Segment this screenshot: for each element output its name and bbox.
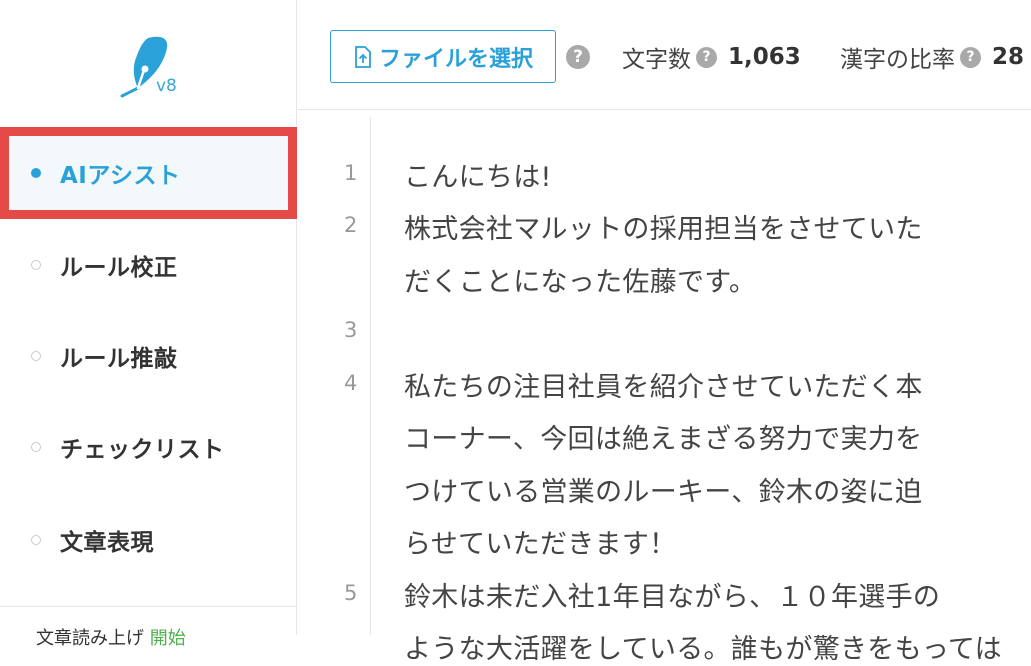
toolbar: ファイルを選択 ? 文字数 ? 1,063 漢字の比率 ? 28 (298, 0, 1031, 110)
file-upload-icon (355, 45, 371, 68)
editor-line: だくことになった佐藤です。 (404, 267, 757, 298)
editor-line: 私たちの注目社員を紹介させていただく本 (404, 372, 923, 403)
line-number: 2 (344, 213, 358, 237)
select-file-label: ファイルを選択 (378, 46, 533, 72)
sidebar-item-label: AIアシスト (60, 163, 181, 189)
char-count-label: 文字数 (622, 47, 691, 73)
kanji-ratio-label: 漢字の比率 (840, 47, 955, 73)
version-label: v8 (156, 76, 177, 96)
editor-line: ような大活躍をしている。誰もが驚きをもっては (404, 634, 1002, 665)
bullet-icon (31, 260, 41, 270)
select-file-button[interactable]: ファイルを選択 (330, 30, 556, 83)
editor-line: コーナー、今回は絶えまざる努力で実力を (404, 424, 923, 455)
sidebar-item-expression[interactable]: 文章表現 (0, 494, 297, 586)
editor-line: こんにちは! (404, 162, 552, 193)
bullet-icon (31, 535, 41, 545)
char-count-value: 1,063 (728, 44, 801, 70)
bullet-icon (31, 168, 41, 178)
sidebar-item-rule-polish[interactable]: ルール推敲 (0, 310, 297, 402)
sidebar-item-label: ルール校正 (60, 255, 178, 281)
sidebar-divider (0, 606, 296, 607)
read-aloud-label: 文章読み上げ (36, 628, 144, 649)
sidebar-item-rule-proofread[interactable]: ルール校正 (0, 219, 297, 311)
read-aloud-start-link[interactable]: 開始 (150, 628, 186, 649)
line-number: 3 (344, 318, 358, 342)
editor-line: 鈴木は未だ入社1年目ながら、１０年選手の (404, 582, 941, 613)
editor-line: らせていただきます！ (404, 529, 677, 560)
bullet-icon (31, 351, 41, 361)
editor-line: つけている営業のルーキー、鈴木の姿に迫 (404, 477, 923, 508)
bullet-icon (31, 442, 41, 452)
sidebar-item-label: ルール推敲 (60, 346, 178, 372)
editor-line: 株式会社マルットの採用担当をさせていた (404, 214, 923, 245)
sidebar: v8 AIアシスト ルール校正 ルール推敲 チェックリスト 文章表現 文章読み上… (0, 0, 297, 649)
question-circle-icon[interactable]: ? (960, 46, 981, 68)
question-circle-icon[interactable]: ? (566, 45, 590, 69)
sidebar-item-label: チェックリスト (60, 437, 225, 463)
sidebar-item-label: 文章表現 (60, 530, 154, 556)
question-circle-icon[interactable]: ? (696, 46, 717, 68)
char-count: 文字数 ? 1,063 (622, 40, 801, 74)
read-aloud-row: 文章読み上げ 開始 (36, 624, 186, 650)
line-number: 4 (344, 371, 358, 395)
line-number: 1 (344, 161, 358, 185)
text-editor[interactable]: 1 2 3 4 5 こんにちは! 株式会社マルットの採用担当をさせていた だくこ… (298, 111, 1031, 665)
kanji-ratio-value: 28 (992, 44, 1025, 70)
sidebar-item-ai-assist[interactable]: AIアシスト (0, 127, 297, 219)
line-number: 5 (344, 581, 358, 605)
sidebar-item-checklist[interactable]: チェックリスト (0, 401, 297, 493)
kanji-ratio: 漢字の比率 ? 28 (840, 40, 1024, 74)
gutter-divider (370, 117, 371, 635)
